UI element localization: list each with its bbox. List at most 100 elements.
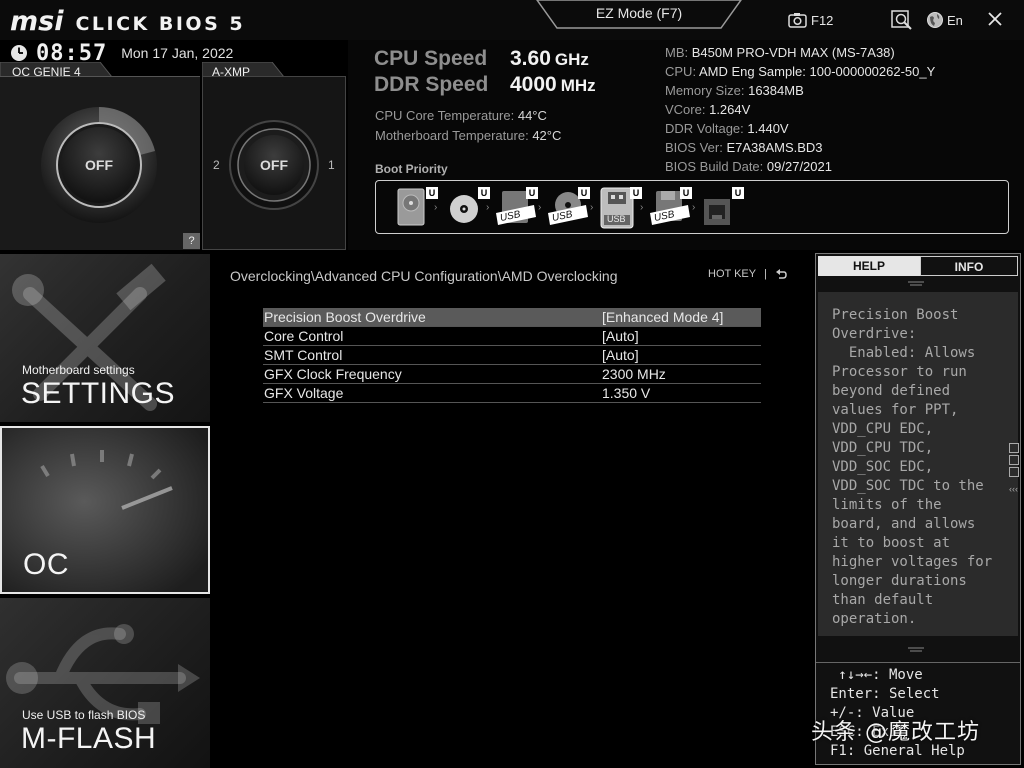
ez-mode-button[interactable]: EZ Mode (F7) xyxy=(535,0,743,30)
info-value: B450M PRO-VDH MAX (MS-7A38) xyxy=(691,45,895,60)
nav-oc-title: OC xyxy=(23,548,69,581)
screenshot-button[interactable]: F12 xyxy=(788,9,833,31)
info-label: BIOS Build Date: xyxy=(665,159,764,174)
setting-gfx-clock-frequency[interactable]: GFX Clock Frequency 2300 MHz xyxy=(263,365,761,384)
info-label: MB: xyxy=(665,45,689,60)
setting-precision-boost-overdrive[interactable]: Precision Boost Overdrive [Enhanced Mode… xyxy=(263,308,761,327)
cpu-temp-label: CPU Core Temperature: xyxy=(375,108,515,123)
info-vcore: VCore: 1.264V xyxy=(665,102,1015,121)
hotkey-separator: | xyxy=(764,268,767,280)
system-info-list: MB: B450M PRO-VDH MAX (MS-7A38) CPU: AMD… xyxy=(665,45,1015,178)
setting-value[interactable]: 1.350 V xyxy=(602,385,650,401)
setting-core-control[interactable]: Core Control [Auto] xyxy=(263,327,761,346)
axmp-toggle[interactable]: OFF xyxy=(244,135,304,195)
watermark: 头条 @魔改工坊 xyxy=(811,720,980,745)
cpu-speed-value: 3.60 xyxy=(510,47,551,70)
setting-value[interactable]: 2300 MHz xyxy=(602,366,666,382)
boot-badge: U xyxy=(732,187,744,199)
info-ddr-voltage: DDR Voltage: 1.440V xyxy=(665,121,1015,140)
ddr-speed: DDR Speed 4000 MHz xyxy=(374,73,596,97)
help-text-box: Precision Boost Overdrive: Enabled: Allo… xyxy=(818,292,1018,636)
setting-smt-control[interactable]: SMT Control [Auto] xyxy=(263,346,761,365)
chevron-right-icon: › xyxy=(538,202,542,213)
info-label: Memory Size: xyxy=(665,83,745,98)
boot-device-usb-cd[interactable]: USB U xyxy=(548,187,590,229)
setting-value[interactable]: [Auto] xyxy=(602,347,639,363)
mb-temp-value: 42°C xyxy=(532,128,562,143)
tab-info[interactable]: INFO xyxy=(920,256,1018,276)
info-value: 09/27/2021 xyxy=(766,159,832,174)
info-value: 1.264V xyxy=(709,102,751,117)
mb-temperature: Motherboard Temperature: 42°C xyxy=(375,128,561,146)
settings-table: Precision Boost Overdrive [Enhanced Mode… xyxy=(263,308,761,403)
scroll-down-grip-icon[interactable] xyxy=(906,646,926,654)
setting-name: GFX Voltage xyxy=(264,385,344,401)
boot-badge: U xyxy=(680,187,692,199)
chevron-right-icon: › xyxy=(590,202,594,213)
msi-click-bios-logo: msi CLICK BIOS 5 xyxy=(10,6,245,37)
boot-device-usb-hdd[interactable]: USB U xyxy=(496,187,538,229)
info-mb: MB: B450M PRO-VDH MAX (MS-7A38) xyxy=(665,45,1015,64)
nav-mflash[interactable]: Use USB to flash BIOS M-FLASH xyxy=(0,598,210,768)
boot-device-optical[interactable]: U xyxy=(448,187,490,229)
nav-oc[interactable]: OC xyxy=(0,426,210,594)
globe-icon xyxy=(927,12,943,28)
close-button[interactable] xyxy=(984,8,1006,30)
collapse-arrows-icon[interactable]: ‹‹‹ xyxy=(1009,484,1018,494)
scroll-up-grip-icon[interactable] xyxy=(906,280,926,288)
axmp-panel[interactable]: OFF 2 1 xyxy=(202,76,346,250)
cpu-temp-value: 44°C xyxy=(517,108,547,123)
info-label: BIOS Ver: xyxy=(665,140,723,155)
search-button[interactable] xyxy=(891,9,913,31)
language-button[interactable]: En xyxy=(926,9,963,31)
nav-settings[interactable]: Motherboard settings SETTINGS xyxy=(0,254,210,422)
info-bios-date: BIOS Build Date: 09/27/2021 xyxy=(665,159,1015,178)
chevron-right-icon: › xyxy=(434,202,438,213)
cpu-speed-label: CPU Speed xyxy=(374,47,488,70)
boot-badge: U xyxy=(578,187,590,199)
info-label: CPU: xyxy=(665,64,697,79)
boot-badge: U xyxy=(630,187,642,199)
setting-gfx-voltage[interactable]: GFX Voltage 1.350 V xyxy=(263,384,761,403)
hdd-icon xyxy=(397,188,425,226)
camera-icon xyxy=(788,13,807,28)
chevron-right-icon: › xyxy=(640,202,644,213)
boot-device-hdd[interactable]: U xyxy=(396,187,438,229)
axmp-profile-2[interactable]: 2 xyxy=(213,158,220,172)
cpu-temperature: CPU Core Temperature: 44°C xyxy=(375,108,547,126)
oc-genie-help-button[interactable]: ? xyxy=(183,233,200,249)
help-panel: HELP INFO Precision Boost Overdrive: Ena… xyxy=(815,253,1021,765)
info-bios-ver: BIOS Ver: E7A38AMS.BD3 xyxy=(665,140,1015,159)
boot-device-network[interactable]: U xyxy=(702,187,744,229)
setting-value[interactable]: [Auto] xyxy=(602,328,639,344)
oc-genie-panel[interactable]: OFF xyxy=(0,76,200,250)
info-value: AMD Eng Sample: 100-000000262-50_Y xyxy=(698,64,936,79)
boot-device-usb-key[interactable]: USB U xyxy=(600,187,642,229)
tab-help[interactable]: HELP xyxy=(818,256,920,276)
info-label: DDR Voltage: xyxy=(665,121,744,136)
back-icon[interactable] xyxy=(775,268,787,280)
hotkey-button[interactable]: HOT KEY xyxy=(708,268,756,280)
info-cpu: CPU: AMD Eng Sample: 100-000000262-50_Y xyxy=(665,64,1015,83)
scroll-box xyxy=(1009,467,1019,477)
help-text: Precision Boost Overdrive: Enabled: Allo… xyxy=(832,307,993,627)
axmp-profile-1[interactable]: 1 xyxy=(328,158,335,172)
side-scroll-handle[interactable]: ‹‹‹ xyxy=(1009,443,1021,497)
close-icon xyxy=(988,12,1002,26)
nav-settings-title: SETTINGS xyxy=(21,377,176,410)
mb-temp-label: Motherboard Temperature: xyxy=(375,128,529,143)
language-label: En xyxy=(947,12,963,28)
usb-label: USB xyxy=(607,214,626,224)
help-tabs: HELP INFO xyxy=(818,256,1018,276)
top-bar: msi CLICK BIOS 5 EZ Mode (F7) F12 En xyxy=(0,0,1024,40)
ddr-speed-unit: MHz xyxy=(560,76,596,95)
oc-genie-toggle[interactable]: OFF xyxy=(61,127,137,203)
info-memory: Memory Size: 16384MB xyxy=(665,83,1015,102)
boot-priority-label: Boot Priority xyxy=(375,162,448,176)
chevron-right-icon: › xyxy=(486,202,490,213)
setting-value[interactable]: [Enhanced Mode 4] xyxy=(602,309,723,325)
chevron-right-icon: › xyxy=(692,202,696,213)
boot-priority-bar[interactable]: U › U › USB U › USB U › USB U › USB U › … xyxy=(375,180,1009,234)
boot-device-usb-floppy[interactable]: USB U xyxy=(650,187,692,229)
nav-mflash-subtitle: Use USB to flash BIOS xyxy=(22,708,146,722)
